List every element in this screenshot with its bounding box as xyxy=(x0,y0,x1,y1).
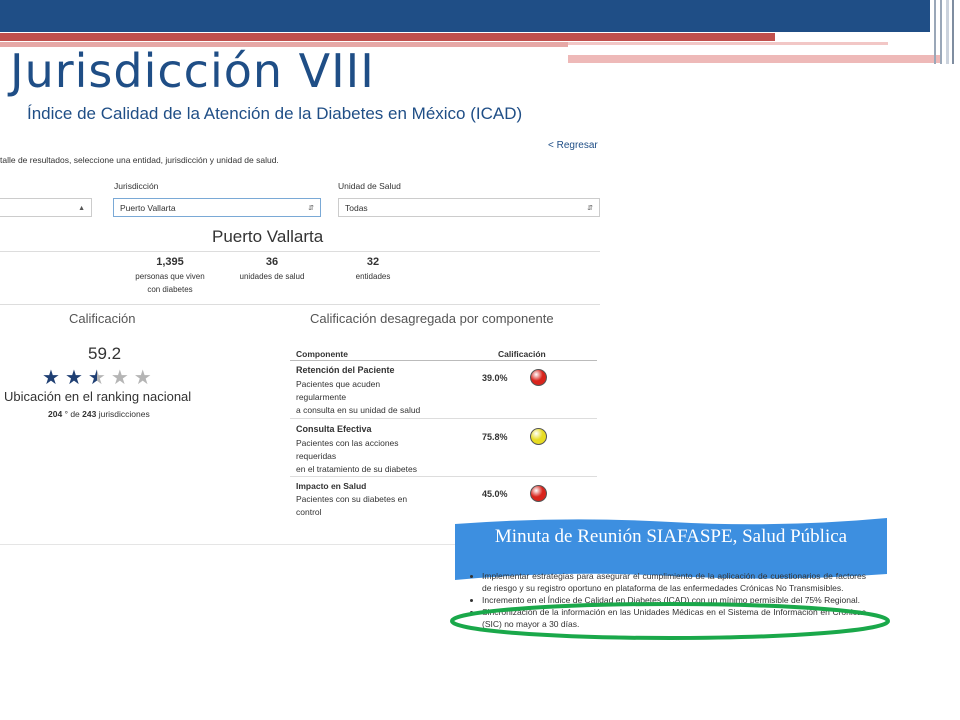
status-dot-icon xyxy=(530,428,547,445)
status-dot-icon xyxy=(530,369,547,386)
entidad-select[interactable]: ▲ xyxy=(0,198,92,217)
divider xyxy=(0,251,600,252)
component-score: 75.8% xyxy=(482,432,508,442)
star-icon: ★ xyxy=(64,367,83,389)
slide-title: Jurisdicción VIII xyxy=(10,44,375,98)
column-header-score: Calificación xyxy=(498,349,546,359)
decorative-line xyxy=(940,0,942,64)
score-value: 59.2 xyxy=(88,344,122,363)
slide-subtitle: Índice de Calidad de la Atención de la D… xyxy=(27,104,523,123)
stat-value: 1,395 xyxy=(156,256,184,268)
component-description: Pacientes con su diabetes en control xyxy=(296,494,408,517)
instructions-text: talle de resultados, seleccione una enti… xyxy=(0,155,279,165)
component-score: 39.0% xyxy=(482,373,508,383)
decorative-line xyxy=(946,0,949,64)
highlight-ellipse xyxy=(450,602,890,640)
ranking-line: 204 ° de 243 jurisdicciones xyxy=(48,409,150,419)
star-icon: ★ xyxy=(42,367,60,389)
decorative-line xyxy=(952,0,954,64)
component-description: Pacientes con las acciones requeridas en e… xyxy=(296,438,417,474)
component-description: Pacientes que acuden regularmente a consul… xyxy=(296,379,421,415)
select-arrow-icon: ⇵ xyxy=(308,205,314,212)
stat-label: personas que viven con diabetes xyxy=(135,272,205,294)
minutes-item: Implementar estrategias para asegurar el… xyxy=(482,570,866,594)
unidad-value: Todas xyxy=(345,203,368,213)
stat-value: 32 xyxy=(366,256,380,268)
back-link[interactable]: < Regresar xyxy=(548,140,598,151)
stat-label: unidades de salud xyxy=(239,272,305,281)
divider xyxy=(290,360,597,361)
header-accent-bar-light xyxy=(568,42,888,45)
divider xyxy=(0,304,600,305)
stat-label: entidades xyxy=(355,272,391,281)
divider xyxy=(290,476,597,477)
star-icon: ★ xyxy=(133,367,152,389)
jurisdiccion-value: Puerto Vallarta xyxy=(120,203,176,213)
unidad-select[interactable]: Todas ⇵ xyxy=(338,198,600,217)
jurisdiccion-label: Jurisdicción xyxy=(114,181,159,191)
select-arrow-icon: ⇵ xyxy=(587,205,593,212)
column-header-component: Componente xyxy=(296,349,348,359)
components-heading: Calificación desagregada por componente xyxy=(310,311,554,326)
select-arrow-icon: ▲ xyxy=(78,205,85,212)
header-accent-bar-light xyxy=(568,55,940,63)
calificacion-heading: Calificación xyxy=(69,311,136,326)
component-name: Impacto en Salud xyxy=(296,481,367,491)
unidad-label: Unidad de Salud xyxy=(338,181,401,191)
divider xyxy=(290,418,597,419)
component-name: Consulta Efectiva xyxy=(296,424,372,434)
star-icon: ★ xyxy=(110,367,129,389)
rating-stars: ★ ★ ★ ★ ★ xyxy=(42,368,152,388)
component-score: 45.0% xyxy=(482,489,508,499)
icad-web-screenshot: < Regresar talle de resultados, seleccio… xyxy=(0,130,604,546)
ranking-title: Ubicación en el ranking nacional xyxy=(4,389,192,404)
header-bar xyxy=(0,0,930,32)
jurisdiction-heading: Puerto Vallarta xyxy=(212,227,324,246)
decorative-line xyxy=(934,0,936,64)
header-accent-bar xyxy=(0,33,775,41)
jurisdiccion-select[interactable]: Puerto Vallarta ⇵ xyxy=(113,198,321,217)
star-icon: ★ xyxy=(87,367,106,389)
stat-value: 36 xyxy=(265,256,279,268)
status-dot-icon xyxy=(530,485,547,502)
minutes-banner-title: Minuta de Reunión SIAFASPE, Salud Públic… xyxy=(494,526,848,547)
component-name: Retención del Paciente xyxy=(296,365,395,375)
